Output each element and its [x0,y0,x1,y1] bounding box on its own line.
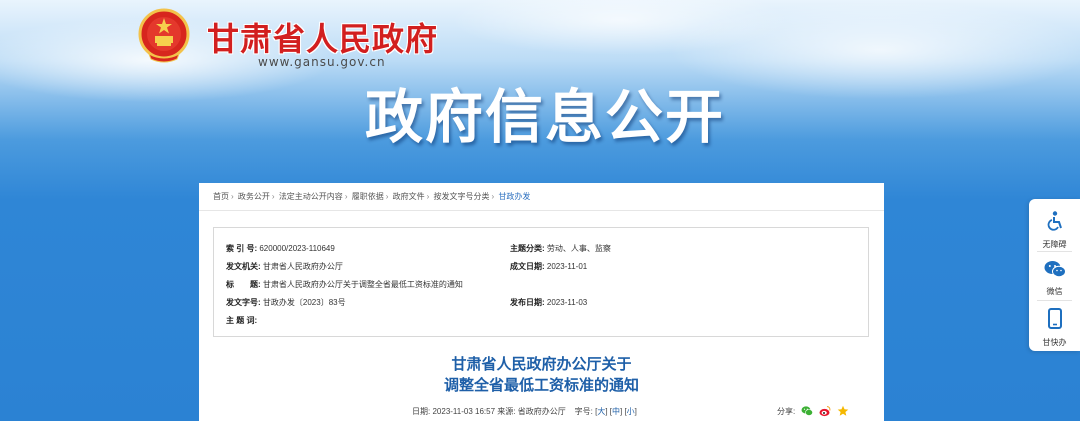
date-value: 2023-11-03 16:57 [432,407,496,416]
date-label: 日期: [412,407,431,416]
meta-title-value: 甘肃省人民政府办公厅关于调整全省最低工资标准的通知 [262,280,463,289]
source-value: 省政府办公厅 [517,407,566,416]
meta-keywords: 主 题 词: [226,315,257,326]
meta-created-label: 成文日期: [510,262,545,271]
meta-docno: 发文字号: 甘政办发〔2023〕83号 [226,297,346,308]
meta-index-label: 索 引 号: [226,244,258,253]
font-medium-button[interactable]: 中 [612,407,620,416]
meta-issuer-value: 甘肃省人民政府办公厅 [262,262,343,271]
document-info-bar: 日期: 2023-11-03 16:57 来源: 省政府办公厅 字号: [大] … [412,407,637,416]
sidebar-divider [1037,251,1072,252]
meta-title-label: 标 题: [226,280,261,289]
sidebar-accessibility-label: 无障碍 [1042,240,1067,249]
source-label: 来源: [497,407,516,416]
meta-published-value: 2023-11-03 [546,298,588,307]
sidebar-wechat[interactable]: 微信 [1029,260,1080,297]
meta-created-value: 2023-11-01 [546,262,588,271]
wheelchair-icon [1047,211,1062,231]
meta-topic: 主题分类: 劳动、人事、监察 [510,243,611,254]
meta-title: 标 题: 甘肃省人民政府办公厅关于调整全省最低工资标准的通知 [226,279,463,290]
site-url[interactable]: www.gansu.gov.cn [258,55,386,69]
share-label: 分享: [777,406,796,416]
share-bar: 分享: [777,405,849,417]
national-emblem-icon [138,8,190,63]
breadcrumb-gov-documents[interactable]: 政府文件 [393,192,425,201]
document-title-line2: 调整全省最低工资标准的通知 [443,377,639,394]
breadcrumb: 首页 › 政务公开 › 法定主动公开内容 › 履职依据 › 政府文件 › 按发文字号分类 ›… [213,192,531,201]
document-title-line1: 甘肃省人民政府办公厅关于 [451,356,632,373]
sidebar-app-label: 甘快办 [1042,338,1067,347]
meta-topic-value: 劳动、人事、监察 [546,244,611,253]
sidebar-wechat-label: 微信 [1046,287,1063,296]
document-title: 甘肃省人民政府办公厅关于 调整全省最低工资标准的通知 [199,354,884,396]
floating-sidebar: 无障碍 微信 甘快办 [1029,199,1080,351]
meta-index: 索 引 号: 620000/2023-110649 [226,243,335,254]
breadcrumb-home[interactable]: 首页 [213,192,229,201]
fontsize-label: 字号: [574,407,593,416]
meta-published: 发布日期: 2023-11-03 [510,297,587,308]
font-small-button[interactable]: 小 [627,407,635,416]
favorite-star-icon[interactable] [837,405,849,417]
meta-index-value: 620000/2023-110649 [259,244,335,253]
banner-title: 政府信息公开 [365,83,726,151]
meta-keywords-label: 主 题 词: [226,316,258,325]
breadcrumb-current[interactable]: 甘政办发 [498,192,530,201]
meta-issuer-label: 发文机关: [226,262,261,271]
breadcrumb-by-doc-number[interactable]: 按发文字号分类 [434,192,490,201]
breadcrumb-duty-basis[interactable]: 履职依据 [352,192,384,201]
divider [199,210,884,211]
breadcrumb-statutory-content[interactable]: 法定主动公开内容 [279,192,343,201]
content-panel: 首页 › 政务公开 › 法定主动公开内容 › 履职依据 › 政府文件 › 按发文字号分类 ›… [199,183,884,421]
font-large-button[interactable]: 大 [597,407,605,416]
sidebar-app[interactable]: 甘快办 [1029,308,1080,348]
document-metadata-table: 索 引 号: 620000/2023-110649 主题分类: 劳动、人事、监察… [213,227,869,337]
weibo-share-icon[interactable] [819,405,831,417]
sidebar-accessibility[interactable]: 无障碍 [1029,211,1080,250]
breadcrumb-public-affairs[interactable]: 政务公开 [238,192,270,201]
meta-issuer: 发文机关: 甘肃省人民政府办公厅 [226,261,343,272]
wechat-share-icon[interactable] [801,405,814,417]
site-title[interactable]: 甘肃省人民政府 [207,14,438,60]
meta-docno-label: 发文字号: [226,298,261,307]
meta-created: 成文日期: 2023-11-01 [510,261,587,272]
meta-docno-value: 甘政办发〔2023〕83号 [262,298,346,307]
mobile-icon [1047,308,1062,329]
meta-topic-label: 主题分类: [510,244,545,253]
sidebar-divider [1037,300,1072,301]
wechat-icon [1044,261,1066,278]
meta-published-label: 发布日期: [510,298,545,307]
